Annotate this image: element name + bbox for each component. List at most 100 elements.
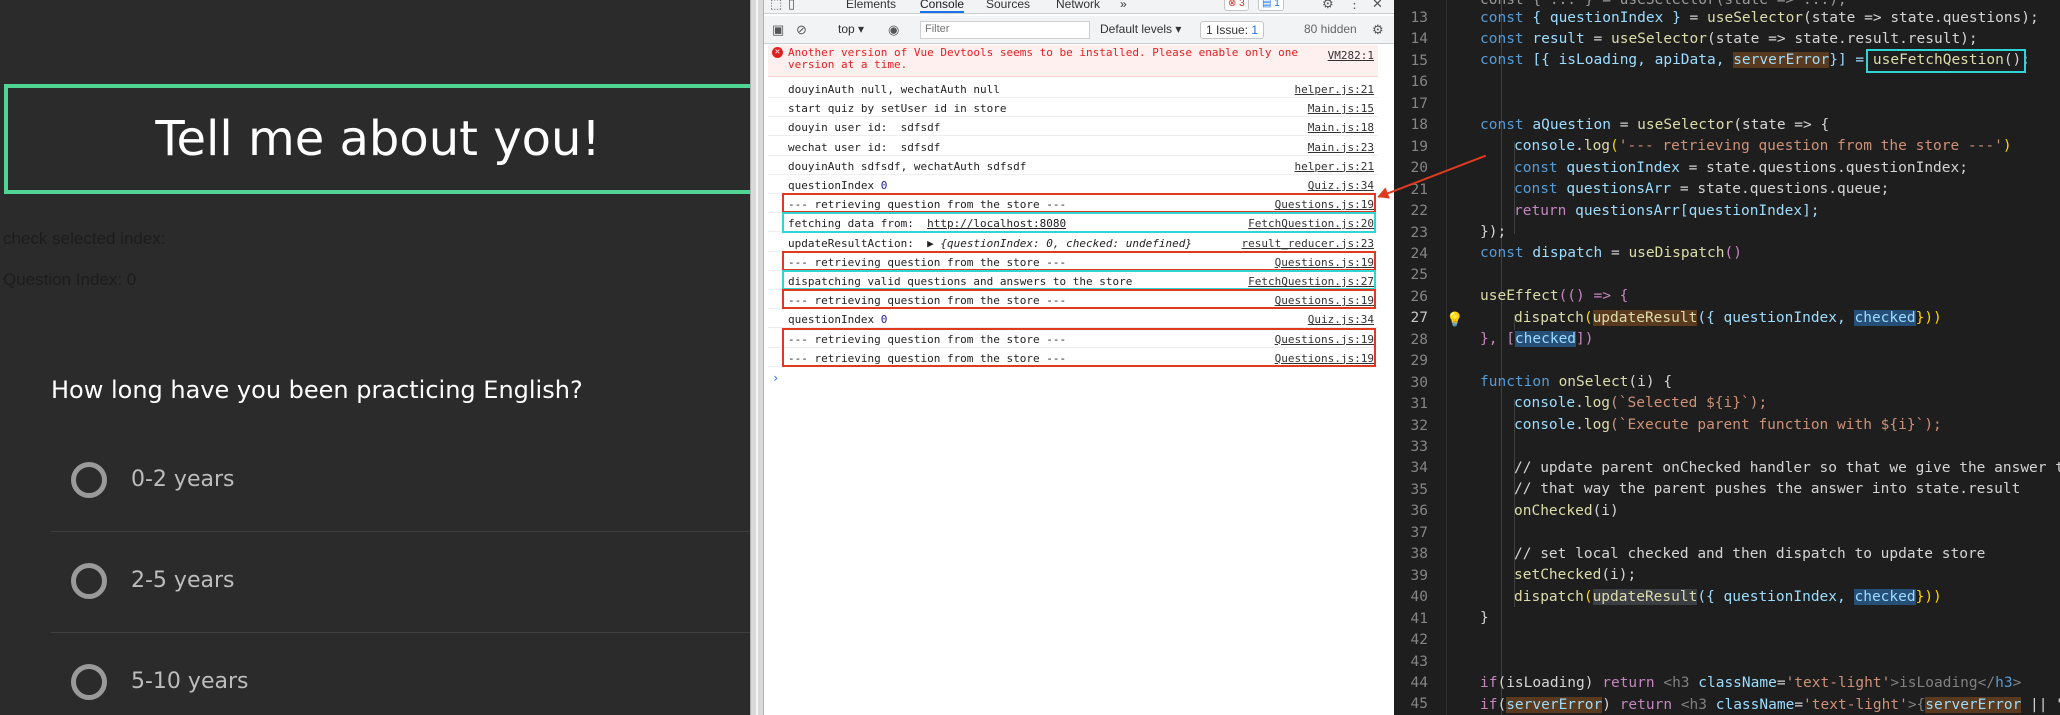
code-token: = state.questions.queue; [1671, 181, 1890, 197]
line-number: 31 [1410, 396, 1428, 413]
annotation-box-red [782, 289, 1376, 310]
title-banner: Tell me about you! [4, 84, 750, 194]
sidebar-toggle-icon[interactable]: ▣ [772, 22, 784, 38]
line-number: 16 [1410, 74, 1428, 91]
annotation-box-red [782, 193, 1376, 214]
issues-button[interactable]: 1 Issue: 1 [1200, 21, 1265, 39]
answer-option-2[interactable]: 5-10 years [51, 634, 750, 715]
resize-grip [756, 0, 758, 715]
tab-console[interactable]: Console [920, 0, 965, 13]
lightbulb-icon[interactable]: 💡 [1446, 312, 1463, 328]
error-source-link[interactable]: VM282:1 [1328, 49, 1374, 62]
log-source-link[interactable]: Main.js:15 [1308, 102, 1374, 115]
error-count-badge[interactable]: ⊗ 3 [1224, 0, 1249, 11]
radio-button[interactable] [71, 462, 107, 498]
log-source-link[interactable]: result_reducer.js:23 [1242, 237, 1374, 250]
annotation-box-cyan [782, 212, 1376, 233]
live-expression-eye-icon[interactable]: ◉ [888, 22, 899, 38]
console-log-row: questionIndex 0 Quiz.js:34 [768, 309, 1378, 329]
code-token: ( [1497, 697, 1507, 713]
code-line-19: console.log('--- retrieving question fro… [1514, 138, 2012, 154]
filter-input[interactable]: Filter [920, 21, 1090, 39]
more-options-icon[interactable]: ⋮ [1348, 0, 1361, 12]
code-token: dispatch [1514, 310, 1584, 326]
code-token: 'text-light' [1785, 675, 1891, 691]
log-levels-dropdown[interactable]: Default levels ▾ [1100, 22, 1181, 36]
code-token: h3 [1995, 675, 2013, 691]
radio-button[interactable] [71, 664, 107, 700]
code-token: || " [2030, 697, 2060, 713]
log-source-link[interactable]: Main.js:23 [1308, 141, 1374, 154]
code-token: const [1514, 181, 1567, 197]
issues-count: 1 [1251, 23, 1259, 37]
log-message: douyinAuth sdfsdf, wechatAuth sdfsdf [788, 159, 1027, 173]
code-token: return [1514, 203, 1576, 219]
console-settings-icon[interactable]: ⚙ [1372, 22, 1384, 38]
log-source-link[interactable]: helper.js:21 [1295, 160, 1374, 173]
line-number: 23 [1410, 224, 1428, 241]
message-count-badge[interactable]: ▤ 1 [1258, 0, 1284, 11]
quiz-app-panel: Tell me about you! check selected index:… [0, 0, 750, 715]
console-prompt[interactable]: › [772, 371, 779, 385]
log-object-preview[interactable]: ▶ {questionIndex: 0, checked: undefined} [927, 237, 1192, 250]
console-log-area[interactable]: ✕ Another version of Vue Devtools seems … [764, 45, 1394, 715]
log-source-link[interactable]: Main.js:18 [1308, 121, 1374, 134]
code-token: (i) { [1628, 374, 1673, 390]
code-token: const [1480, 245, 1533, 261]
code-token: = [1776, 675, 1786, 691]
code-token: . [1575, 138, 1584, 154]
code-token: aQuestion [1532, 117, 1611, 133]
code-editor[interactable]: 13 14 15 16 17 18 19 20 21 22 23 24 25 26 27 28 29 30 31 32… [1394, 0, 2060, 715]
code-token: ( [1583, 310, 1593, 326]
line-number: 24 [1410, 245, 1428, 262]
code-token: (isLoading) [1497, 675, 1603, 691]
panel-resize-handle[interactable] [750, 0, 764, 715]
device-toolbar-icon[interactable]: ▯ [788, 0, 795, 12]
code-token: })) [1915, 310, 1942, 326]
code-line-27: dispatch(updateResult({ questionIndex, c… [1514, 310, 1942, 326]
code-line-22: return questionsArr[questionIndex]; [1514, 203, 1820, 219]
code-token: 'text-light' [1803, 697, 1908, 713]
line-number: 41 [1410, 610, 1428, 627]
line-number: 15 [1410, 52, 1428, 69]
line-number: 29 [1410, 353, 1428, 370]
log-source-link[interactable]: helper.js:21 [1295, 83, 1374, 96]
console-log-row: questionIndex 0 Quiz.js:34 [768, 175, 1378, 194]
answer-option-1[interactable]: 2-5 years [51, 533, 750, 633]
log-source-link[interactable]: Quiz.js:34 [1308, 179, 1374, 192]
code-token: log [1583, 395, 1611, 411]
code-line-40: dispatch(updateResult({ questionIndex, c… [1514, 589, 1942, 605]
log-source-link[interactable]: Quiz.js:34 [1308, 313, 1374, 326]
context-selector[interactable]: top ▾ [838, 22, 864, 36]
error-message: Another version of Vue Devtools seems to… [788, 46, 1298, 71]
line-number: 28 [1410, 331, 1428, 348]
tab-elements[interactable]: Elements [846, 0, 896, 11]
code-token: checked [1854, 589, 1916, 605]
message-count: 1 [1274, 0, 1280, 9]
settings-gear-icon[interactable]: ⚙ [1322, 0, 1334, 12]
close-icon[interactable]: ✕ [1372, 0, 1383, 12]
answer-label: 0-2 years [131, 467, 235, 492]
console-log-row: start quiz by setUser id in store Main.js… [768, 98, 1378, 118]
error-icon: ✕ [772, 47, 783, 58]
code-token: questionsArr[questionIndex]; [1575, 203, 1820, 219]
code-token: useEffect [1480, 288, 1559, 304]
code-line-35: // that way the parent pushes the answer… [1514, 481, 2021, 497]
code-line-18: const aQuestion = useSelector(state => { [1480, 117, 1829, 133]
log-message: questionIndex 0 [788, 313, 888, 327]
tab-sources[interactable]: Sources [986, 0, 1030, 11]
line-number: 13 [1410, 10, 1428, 26]
code-token: { questionIndex } [1532, 10, 1681, 26]
inspect-element-icon[interactable]: ⬚ [770, 0, 782, 12]
radio-button[interactable] [71, 563, 107, 599]
code-token: log [1583, 138, 1611, 154]
code-token: (state => state.questions); [1803, 10, 2039, 26]
code-token: checked [1514, 331, 1577, 347]
code-token: <h3 [1663, 675, 1699, 691]
more-tabs-icon[interactable]: » [1120, 0, 1127, 11]
annotation-box-cyan [1866, 49, 2026, 73]
tab-network[interactable]: Network [1056, 0, 1100, 11]
clear-console-icon[interactable]: ⊘ [796, 22, 807, 38]
answer-option-0[interactable]: 0-2 years [51, 432, 750, 532]
indent-guide [1501, 0, 1502, 715]
